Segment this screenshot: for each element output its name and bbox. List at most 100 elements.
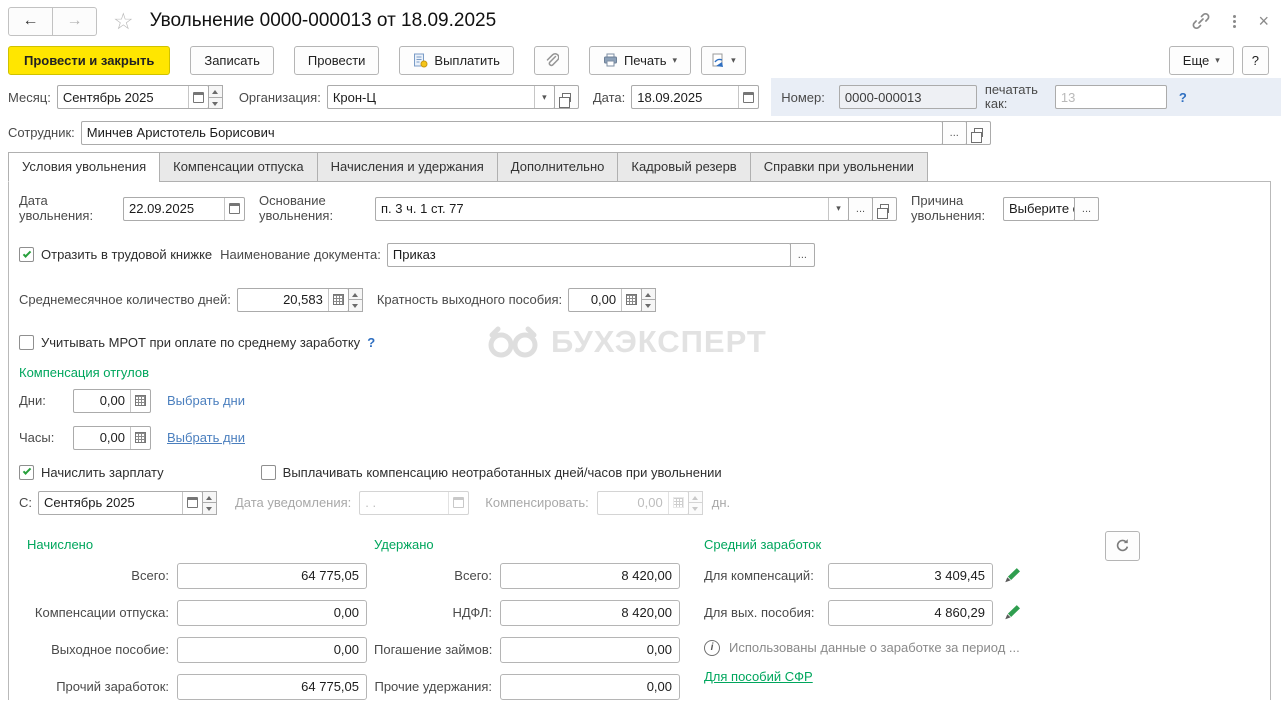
- attachments-button[interactable]: [533, 45, 569, 75]
- employee-select-button[interactable]: ...: [941, 120, 967, 145]
- refresh-button[interactable]: [1105, 530, 1140, 561]
- favorite-star-icon[interactable]: ☆: [113, 9, 134, 33]
- avg-compensation-field[interactable]: 3 409,45: [828, 562, 993, 589]
- withheld-total-field[interactable]: 8 420,00: [500, 562, 680, 589]
- dismissal-date-calendar-icon[interactable]: [224, 197, 244, 220]
- edit-pencil-icon[interactable]: [1002, 604, 1021, 621]
- number-panel: Номер: 0000-000013 печатать как: 13 ?: [771, 78, 1281, 116]
- organization-open-button[interactable]: [553, 85, 579, 109]
- month-spinner[interactable]: [207, 85, 223, 109]
- date-calendar-icon[interactable]: [738, 86, 758, 108]
- post-and-close-button[interactable]: Провести и закрыть: [8, 45, 171, 75]
- help-button[interactable]: ?: [1241, 45, 1269, 75]
- pay-compensation-checkbox[interactable]: [260, 464, 276, 480]
- mrot-checkbox-label[interactable]: Учитывать МРОТ при оплате по среднему за…: [41, 335, 360, 350]
- timeoff-days-calculator-icon[interactable]: [130, 389, 150, 412]
- dismissal-date-field[interactable]: 22.09.2025: [123, 196, 245, 221]
- close-icon[interactable]: ×: [1258, 12, 1269, 30]
- tab-dismissal-certificates[interactable]: Справки при увольнении: [749, 152, 928, 182]
- doc-fields-row: Месяц: Сентябрь 2025 Организация: Крон-Ц…: [0, 78, 1283, 116]
- link-icon[interactable]: [1191, 11, 1211, 31]
- pay-compensation-label[interactable]: Выплачивать компенсацию неотработанных д…: [283, 465, 722, 480]
- accrued-severance-field[interactable]: 0,00: [177, 636, 367, 663]
- compensate-label: Компенсировать:: [485, 495, 589, 511]
- save-button[interactable]: Записать: [190, 45, 274, 75]
- timeoff-hours-calculator-icon[interactable]: [130, 426, 150, 449]
- number-field[interactable]: 0000-000013: [838, 85, 977, 109]
- tab-additional[interactable]: Дополнительно: [496, 152, 619, 182]
- accrue-salary-checkbox[interactable]: [19, 464, 34, 480]
- timeoff-header-row: Компенсация отгулов: [19, 365, 1270, 380]
- timeoff-hours-field[interactable]: 0,00: [73, 425, 151, 450]
- withheld-ndfl-field[interactable]: 8 420,00: [500, 599, 680, 626]
- page-title: Увольнение 0000-000013 от 18.09.2025: [149, 10, 497, 31]
- select-days-link[interactable]: Выбрать дни: [167, 393, 245, 408]
- tab-personnel-reserve[interactable]: Кадровый резерв: [617, 152, 751, 182]
- forward-button[interactable]: →: [52, 6, 97, 36]
- mrot-help-icon[interactable]: ?: [367, 335, 375, 350]
- reason-field[interactable]: Выберите о: [1003, 196, 1075, 221]
- more-caret-icon: ▾: [1215, 54, 1220, 65]
- accrued-total-label: Всего:: [131, 568, 169, 584]
- more-actions-icon[interactable]: [1233, 19, 1237, 23]
- avg-days-field[interactable]: 20,583: [236, 287, 349, 312]
- timeoff-days-field[interactable]: 0,00: [73, 388, 151, 413]
- tab-accruals-deductions[interactable]: Начисления и удержания: [316, 152, 498, 182]
- severance-spinner[interactable]: [641, 287, 657, 312]
- timeoff-days-row: Дни: 0,00 Выбрать дни: [19, 388, 1270, 413]
- employee-open-button[interactable]: [965, 120, 991, 145]
- print-as-field[interactable]: 13: [1054, 85, 1167, 109]
- grounds-select-button[interactable]: ...: [848, 196, 873, 221]
- avg-days-spinner[interactable]: [347, 287, 363, 312]
- month-field[interactable]: Сентябрь 2025: [56, 85, 209, 109]
- post-button[interactable]: Провести: [293, 45, 380, 75]
- from-month-calendar-icon[interactable]: [182, 491, 202, 514]
- export-button[interactable]: ▾: [701, 45, 746, 75]
- accrued-column: Начислено Всего: 64 775,05 Компенсации о…: [19, 537, 374, 700]
- notice-date-label: Дата уведомления:: [235, 495, 352, 511]
- tab-dismissal-conditions[interactable]: Условия увольнения: [8, 152, 161, 182]
- reason-select-button[interactable]: ...: [1074, 196, 1099, 221]
- back-button[interactable]: ←: [8, 6, 53, 36]
- edit-pencil-icon[interactable]: [1002, 567, 1021, 584]
- month-calendar-icon[interactable]: [187, 86, 208, 108]
- tab-vacation-compensation[interactable]: Компенсации отпуска: [159, 152, 318, 182]
- date-field[interactable]: 18.09.2025: [631, 85, 760, 109]
- organization-field[interactable]: Крон-Ц ▾: [326, 85, 555, 109]
- organization-dropdown-icon[interactable]: ▾: [533, 86, 554, 108]
- workbook-checkbox-label[interactable]: Отразить в трудовой книжке: [41, 247, 212, 262]
- withheld-loans-field[interactable]: 0,00: [500, 636, 680, 663]
- accrued-vacation-field[interactable]: 0,00: [177, 599, 367, 626]
- number-help-icon[interactable]: ?: [1179, 90, 1187, 105]
- withheld-other-field[interactable]: 0,00: [500, 673, 680, 700]
- pay-button[interactable]: Выплатить: [399, 45, 514, 75]
- more-button[interactable]: Еще ▾: [1168, 45, 1234, 75]
- select-hours-link[interactable]: Выбрать дни: [167, 430, 245, 445]
- accrue-salary-label[interactable]: Начислить зарплату: [41, 465, 164, 480]
- print-button[interactable]: Печать ▾: [588, 45, 692, 75]
- withheld-column: Удержано Всего: 8 420,00 НДФЛ: 8 420,00 …: [374, 537, 704, 700]
- employee-label: Сотрудник:: [8, 125, 75, 140]
- accrued-other-field[interactable]: 64 775,05: [177, 673, 367, 700]
- severance-calculator-icon[interactable]: [621, 288, 641, 311]
- accrued-row: Выходное пособие: 0,00: [19, 636, 374, 663]
- accrued-total-field[interactable]: 64 775,05: [177, 562, 367, 589]
- mrot-checkbox[interactable]: [19, 334, 34, 350]
- avg-severance-field[interactable]: 4 860,29: [828, 599, 993, 626]
- title-bar: ← → ☆ Увольнение 0000-000013 от 18.09.20…: [0, 0, 1283, 42]
- doc-name-field[interactable]: Приказ: [386, 242, 791, 267]
- from-month-field[interactable]: Сентябрь 2025: [38, 490, 203, 515]
- sfr-benefits-link[interactable]: Для пособий СФР: [704, 669, 813, 684]
- from-month-spinner[interactable]: [202, 490, 217, 515]
- grounds-field[interactable]: п. 3 ч. 1 ст. 77 ▾: [375, 196, 849, 221]
- doc-name-select-button[interactable]: ...: [789, 242, 815, 267]
- workbook-checkbox[interactable]: [19, 247, 34, 263]
- severance-field[interactable]: 0,00: [568, 287, 643, 312]
- grounds-open-button[interactable]: [872, 196, 897, 221]
- grounds-dropdown-icon[interactable]: ▾: [828, 197, 848, 220]
- avg-days-calculator-icon[interactable]: [327, 288, 348, 311]
- info-icon[interactable]: i: [704, 639, 720, 656]
- refresh-icon: [1115, 538, 1130, 553]
- employee-field[interactable]: Минчев Аристотель Борисович: [80, 120, 943, 145]
- reason-label: Причина увольнения:: [911, 193, 986, 223]
